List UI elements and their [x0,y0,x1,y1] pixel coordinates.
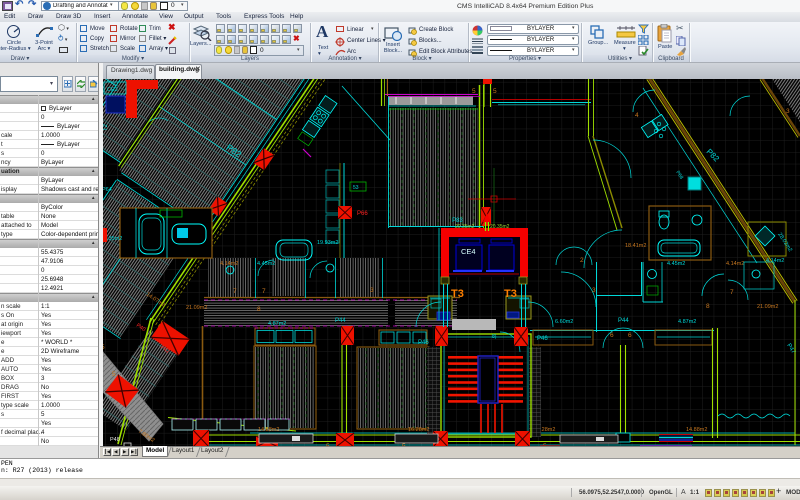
svg-text:7: 7 [233,288,237,295]
svg-text:18.41m2: 18.41m2 [625,243,646,249]
svg-text:3: 3 [592,287,596,294]
svg-text:5: 5 [112,371,116,378]
svg-text:4: 4 [635,112,639,119]
svg-text:4.87m2: 4.87m2 [268,321,286,327]
svg-text:14.88m2: 14.88m2 [258,427,279,433]
svg-text:7: 7 [262,288,266,295]
svg-text:4.14m2: 4.14m2 [726,261,744,267]
svg-text:19.93m2: 19.93m2 [317,240,338,246]
svg-text:7: 7 [730,289,734,296]
svg-text:21.09m2: 21.09m2 [757,304,778,310]
svg-text:P64: P64 [103,187,112,193]
svg-text:5: 5 [472,88,476,95]
svg-text:P48: P48 [110,437,120,443]
svg-text:CE4: CE4 [461,247,476,256]
svg-text:T3: T3 [504,288,517,300]
svg-text:6: 6 [628,332,632,339]
svg-text:P66: P66 [357,211,368,217]
svg-text:4.45m2: 4.45m2 [667,261,685,267]
svg-text:5: 5 [493,88,497,95]
svg-text:T3: T3 [451,288,464,300]
svg-text:6.60m2: 6.60m2 [555,319,573,325]
svg-text:P44: P44 [335,318,346,324]
svg-text:20.35m2: 20.35m2 [455,224,475,230]
svg-text:3: 3 [370,287,374,294]
svg-text:14.88m2: 14.88m2 [686,427,707,433]
svg-text:21.09m2: 21.09m2 [186,305,207,311]
svg-text:53: 53 [353,185,359,191]
svg-text:P46: P46 [418,340,429,346]
svg-text:3: 3 [786,108,790,115]
svg-text:20.35m2: 20.35m2 [490,224,510,230]
svg-text:4.87m2: 4.87m2 [678,319,696,325]
svg-text:CE3: CE3 [107,87,118,93]
svg-text:T2: T2 [103,123,109,131]
svg-text:P44: P44 [618,318,629,324]
svg-text:8: 8 [257,306,261,313]
svg-text:8): 8) [492,334,497,340]
svg-text:4.14m2: 4.14m2 [766,258,784,264]
svg-text:6: 6 [610,332,614,339]
svg-text:8: 8 [706,303,710,310]
svg-text:2: 2 [580,257,584,264]
svg-text:16.28m2: 16.28m2 [408,427,429,433]
